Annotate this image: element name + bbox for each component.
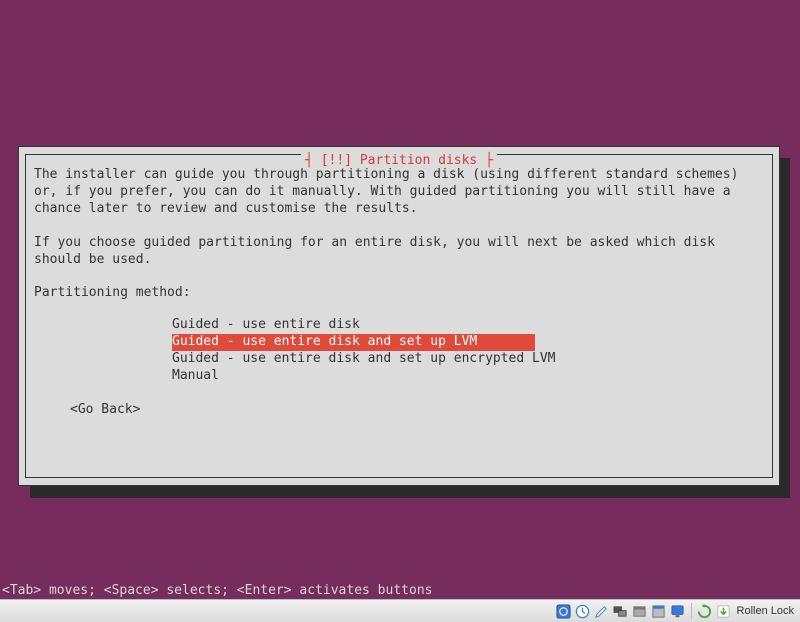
desktop-icon[interactable] [556, 603, 572, 619]
partitioning-options: Guided - use entire disk Guided - use en… [172, 317, 764, 385]
dialog-inner: ┤ [!!] Partition disks ├ The installer c… [25, 154, 773, 478]
go-back-button[interactable]: <Go Back> [70, 402, 140, 417]
dialog-title-text: [!!] Partition disks [321, 153, 478, 168]
dialog-title: ┤ [!!] Partition disks ├ [301, 153, 497, 168]
refresh-icon[interactable] [697, 603, 713, 619]
partition-dialog: ┤ [!!] Partition disks ├ The installer c… [18, 146, 780, 486]
window2-icon[interactable] [651, 603, 667, 619]
status-bar: <Tab> moves; <Space> selects; <Enter> ac… [0, 583, 800, 598]
dialog-paragraph-1: The installer can guide you through part… [34, 167, 764, 218]
tray-separator [691, 603, 692, 619]
folder-icon[interactable] [632, 603, 648, 619]
pencil-icon[interactable] [594, 603, 610, 619]
clock-icon[interactable] [575, 603, 591, 619]
option-guided-encrypted-lvm[interactable]: Guided - use entire disk and set up encr… [172, 351, 556, 368]
tray-label: Rollen Lock [737, 605, 794, 617]
option-guided-lvm[interactable]: Guided - use entire disk and set up LVM [172, 334, 535, 351]
dialog-paragraph-2: If you choose guided partitioning for an… [34, 235, 764, 269]
option-guided-entire-disk[interactable]: Guided - use entire disk [172, 317, 360, 334]
arrow-down-icon[interactable] [716, 603, 732, 619]
monitor-icon[interactable] [670, 603, 686, 619]
option-manual[interactable]: Manual [172, 368, 219, 385]
screens-icon[interactable] [613, 603, 629, 619]
taskbar: Rollen Lock [0, 599, 800, 622]
partitioning-method-label: Partitioning method: [34, 285, 764, 300]
